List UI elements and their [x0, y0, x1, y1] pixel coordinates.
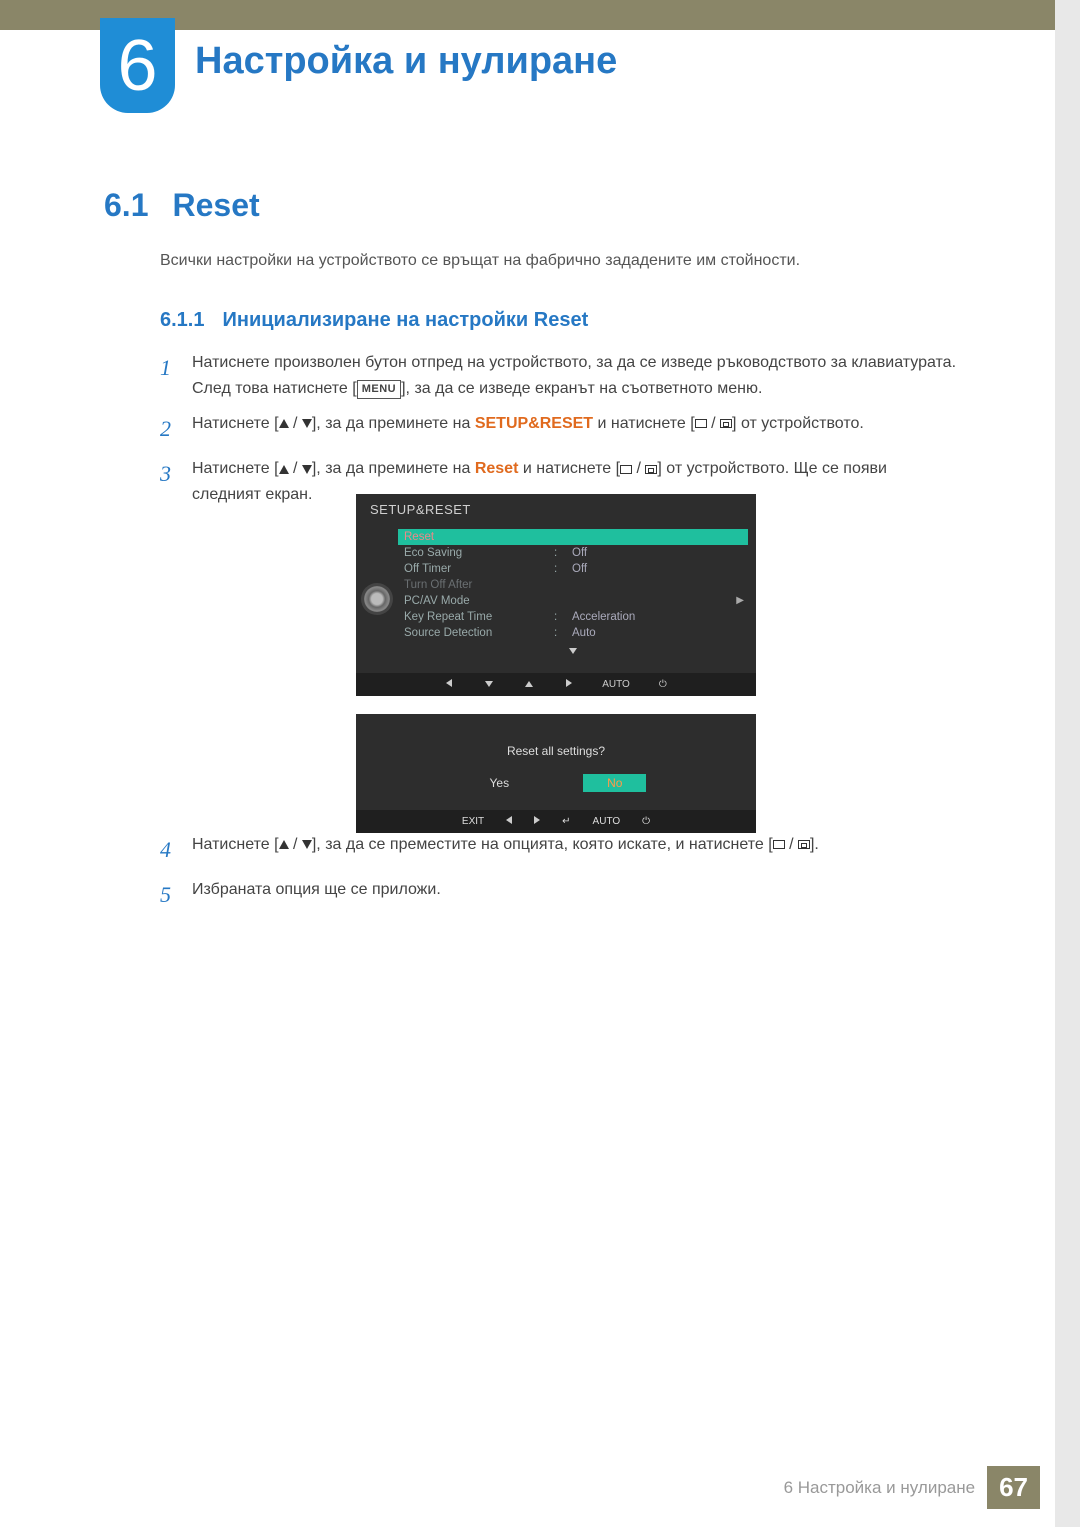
- page-footer: 6 Настройка и нулиране 67: [784, 1466, 1040, 1509]
- step-5: 5 Избраната опция ще се приложи.: [160, 877, 960, 912]
- subsection-heading: 6.1.1 Инициализиране на настройки Reset: [160, 309, 588, 332]
- osd-title: SETUP&RESET: [356, 494, 756, 525]
- triangle-down-icon: [302, 840, 312, 849]
- highlight-setupreset: SETUP&RESET: [475, 415, 593, 432]
- confirm-options: Yes No: [356, 774, 756, 810]
- osd-row: PC/AV Mode▶: [404, 593, 742, 609]
- auto-label: AUTO: [593, 816, 621, 827]
- osd-confirm-dialog: Reset all settings? Yes No EXIT ↵ AUTO ⏻: [356, 714, 756, 833]
- power-icon: ⏻: [642, 816, 650, 827]
- osd-footer: AUTO ⏻: [356, 673, 756, 696]
- confirm-question: Reset all settings?: [356, 734, 756, 774]
- power-icon: ⏻: [656, 679, 670, 690]
- triangle-down-icon: [302, 465, 312, 474]
- rect-icon: [773, 840, 785, 849]
- osd-row: Turn Off After: [404, 577, 742, 593]
- rect-icon: [695, 419, 707, 428]
- osd-row: Eco Saving:Off: [404, 545, 742, 561]
- triangle-up-icon: [279, 419, 289, 428]
- footer-chapter-text: 6 Настройка и нулиране: [784, 1478, 976, 1498]
- rect-icon: [620, 465, 632, 474]
- step-text: Натиснете [ / ], за да преминете на SETU…: [192, 411, 864, 446]
- step-2: 2 Натиснете [ / ], за да преминете на SE…: [160, 411, 960, 446]
- step-number: 5: [160, 877, 176, 912]
- nav-left-icon: [442, 679, 456, 690]
- enter-icon: [798, 840, 810, 849]
- section-title: Reset: [172, 187, 259, 224]
- osd-footer: EXIT ↵ AUTO ⏻: [356, 810, 756, 833]
- chevron-right-icon: ▶: [736, 595, 744, 606]
- steps-lower: 4 Натиснете [ / ], за да се преместите н…: [160, 832, 960, 922]
- osd-screenshots: SETUP&RESET Reset Eco Saving:Off Off Tim…: [356, 494, 756, 833]
- enter-icon: [645, 465, 657, 474]
- osd-setup-reset: SETUP&RESET Reset Eco Saving:Off Off Tim…: [356, 494, 756, 696]
- exit-label: EXIT: [462, 816, 484, 827]
- triangle-up-icon: [279, 840, 289, 849]
- subsection-title: Инициализиране на настройки Reset: [222, 309, 588, 332]
- highlight-reset: Reset: [475, 460, 519, 477]
- nav-down-icon: [482, 679, 496, 690]
- page-number: 67: [987, 1466, 1040, 1509]
- menu-button-label: MENU: [357, 380, 401, 400]
- nav-right-icon: [562, 679, 576, 690]
- step-text: Избраната опция ще се приложи.: [192, 877, 441, 912]
- section-heading: 6.1 Reset: [104, 187, 260, 224]
- osd-sidebar: [356, 525, 398, 673]
- osd-row: Key Repeat Time:Acceleration: [404, 609, 742, 625]
- osd-row: Source Detection:Auto: [404, 625, 742, 641]
- steps-upper: 1 Натиснете произволен бутон отпред на у…: [160, 350, 960, 518]
- scroll-down-icon: [404, 641, 742, 663]
- chapter-badge: 6: [100, 18, 175, 113]
- chapter-number: 6: [117, 25, 157, 107]
- step-text: Натиснете произволен бутон отпред на уст…: [192, 350, 960, 401]
- nav-right-icon: [534, 816, 540, 827]
- nav-left-icon: [506, 816, 512, 827]
- osd-menu-list: Reset Eco Saving:Off Off Timer:Off Turn …: [398, 525, 756, 673]
- right-accent-bar: [1055, 0, 1080, 1527]
- osd-row: Off Timer:Off: [404, 561, 742, 577]
- gear-icon: [364, 586, 390, 612]
- subsection-number: 6.1.1: [160, 309, 204, 332]
- step-text: Натиснете [ / ], за да се преместите на …: [192, 832, 819, 867]
- step-number: 4: [160, 832, 176, 867]
- step-number: 3: [160, 456, 176, 507]
- triangle-up-icon: [279, 465, 289, 474]
- step-number: 2: [160, 411, 176, 446]
- triangle-down-icon: [302, 419, 312, 428]
- osd-row-reset: Reset: [398, 529, 748, 545]
- enter-icon: [720, 419, 732, 428]
- option-no: No: [583, 774, 646, 792]
- nav-up-icon: [522, 679, 536, 690]
- step-number: 1: [160, 350, 176, 401]
- option-yes: Yes: [466, 774, 534, 792]
- chapter-title: Настройка и нулиране: [195, 40, 617, 83]
- auto-label: AUTO: [602, 679, 630, 690]
- enter-icon: ↵: [562, 816, 570, 827]
- section-number: 6.1: [104, 187, 148, 224]
- step-4: 4 Натиснете [ / ], за да се преместите н…: [160, 832, 960, 867]
- step-1: 1 Натиснете произволен бутон отпред на у…: [160, 350, 960, 401]
- intro-text: Всички настройки на устройството се връщ…: [160, 252, 800, 270]
